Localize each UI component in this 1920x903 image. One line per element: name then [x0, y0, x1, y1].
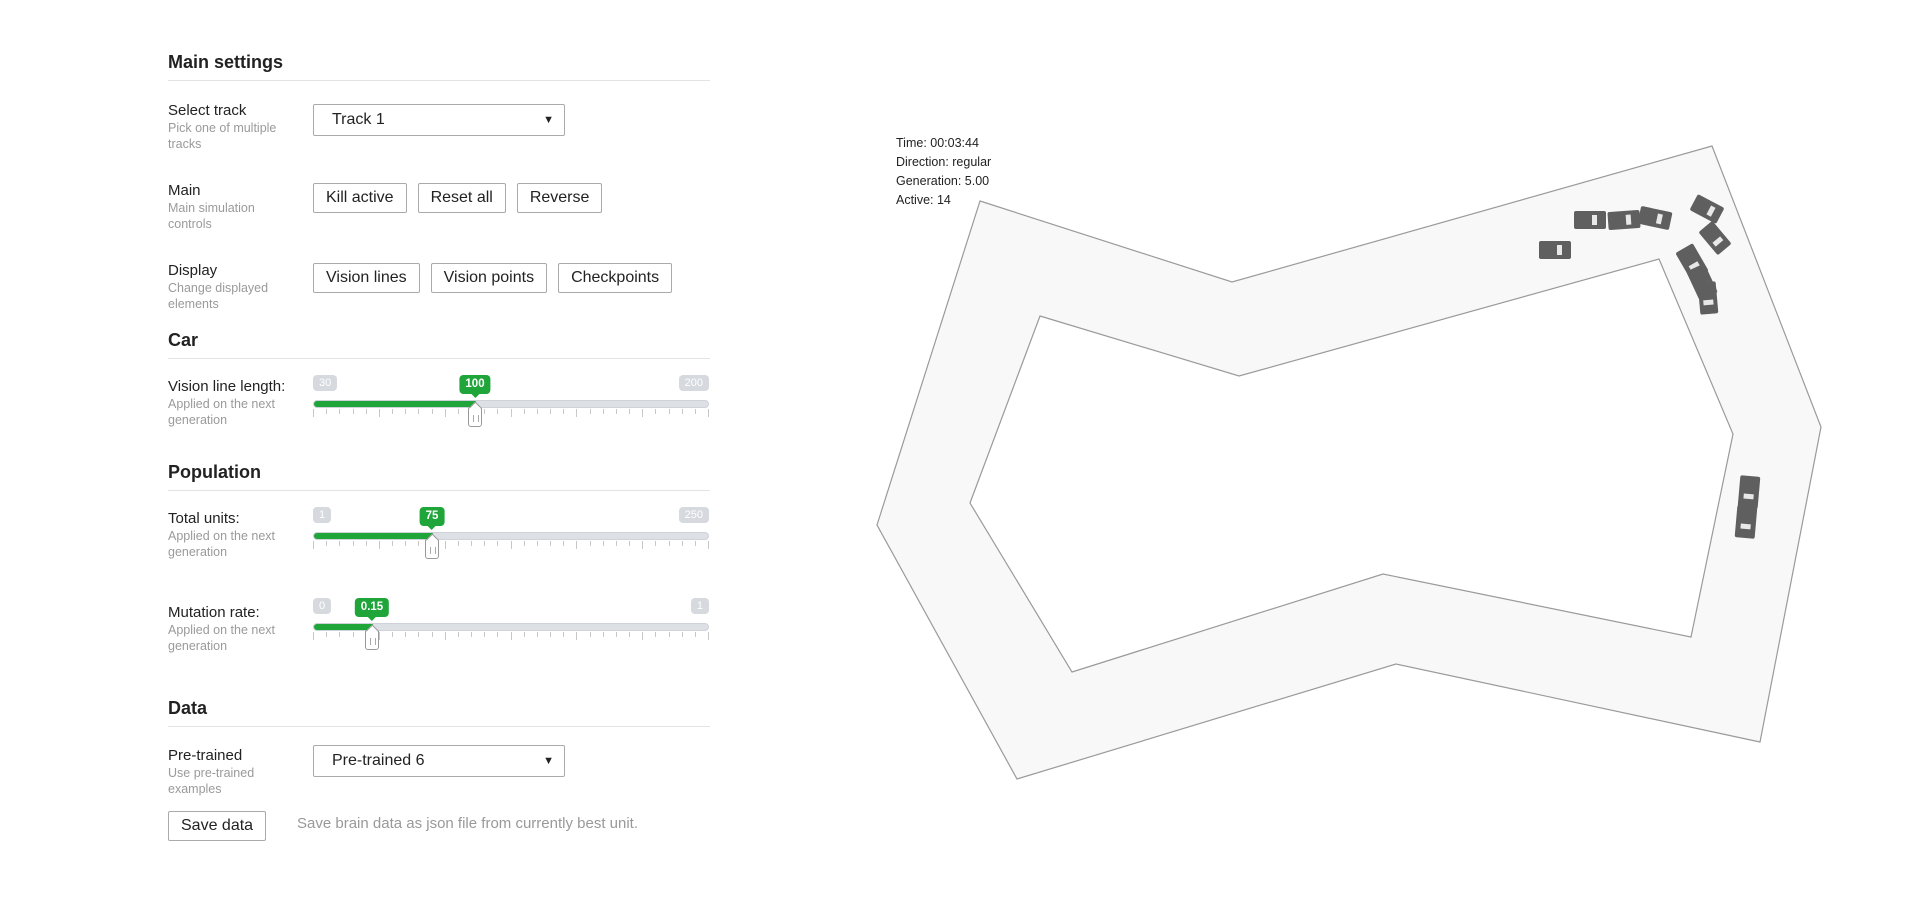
- car: [1574, 211, 1606, 229]
- race-track: [876, 145, 1822, 780]
- hud-direction: Direction: regular: [896, 155, 992, 169]
- hud-active: Active: 14: [896, 193, 951, 207]
- car: [1697, 281, 1719, 315]
- simulation-hud: Time: 00:03:44 Direction: regular Genera…: [896, 134, 991, 210]
- hud-time: Time: 00:03:44: [896, 136, 979, 150]
- car: [1734, 505, 1758, 539]
- car: [1607, 210, 1641, 230]
- car: [1737, 475, 1761, 509]
- hud-generation: Generation: 5.00: [896, 174, 990, 188]
- car: [1539, 241, 1571, 259]
